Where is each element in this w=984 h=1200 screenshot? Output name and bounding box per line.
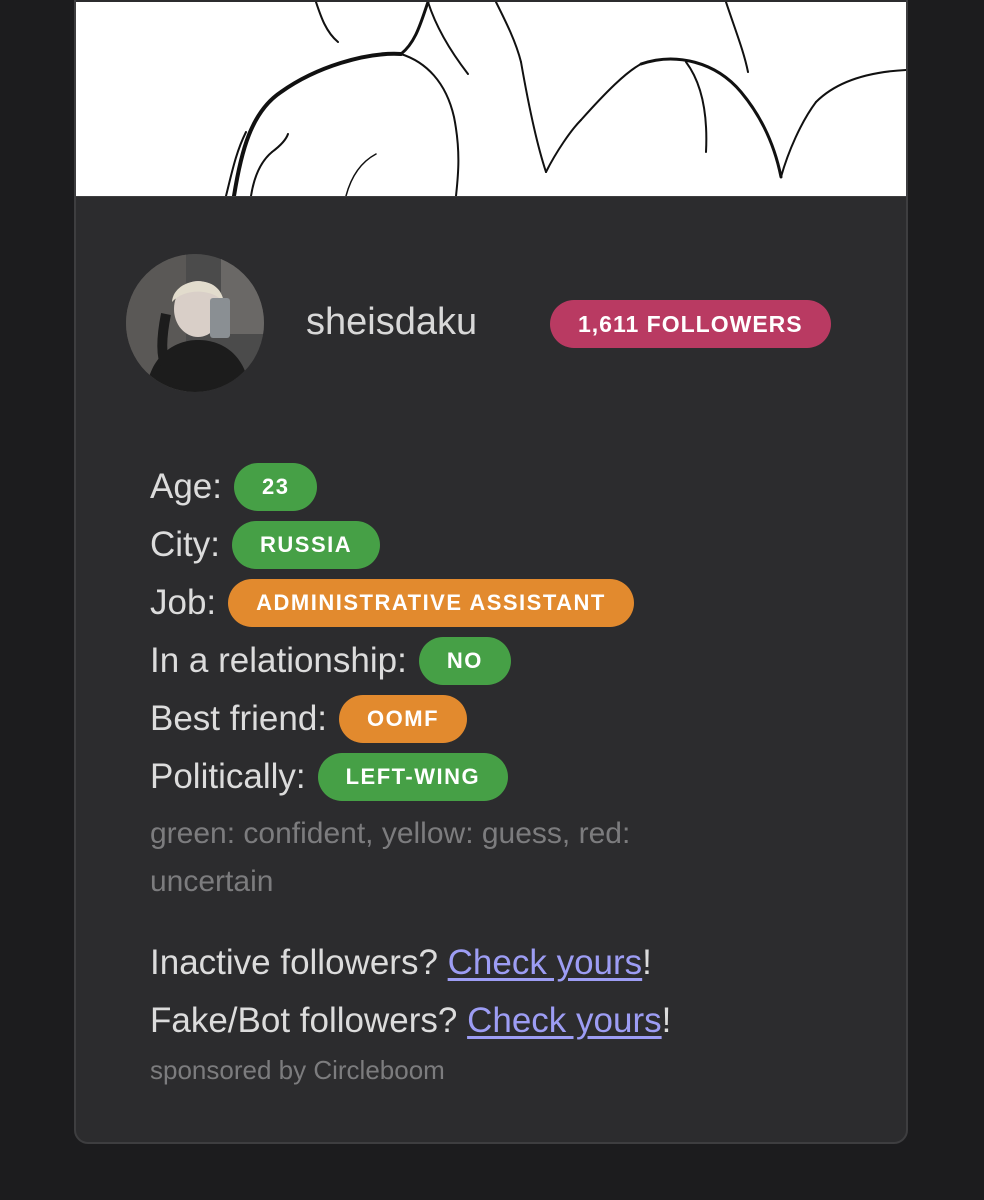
confidence-legend: green: confident, yellow: guess, red: un… — [150, 817, 631, 898]
header-sketch-image — [76, 2, 906, 197]
detail-row-job: Job: ADMINISTRATIVE ASSISTANT — [150, 574, 750, 632]
age-label: Age: — [150, 467, 222, 506]
city-value-pill: RUSSIA — [232, 521, 381, 569]
promo-section: Inactive followers? Check yours! Fake/Bo… — [150, 934, 750, 1090]
best-friend-value-pill: OOMF — [339, 695, 468, 743]
followers-count-badge: 1,611 FOLLOWERS — [550, 300, 831, 348]
detail-row-relationship: In a relationship: NO — [150, 632, 750, 690]
profile-card: sheisdaku 1,611 FOLLOWERS Age: 23 City: … — [74, 0, 908, 1144]
profile-header: sheisdaku 1,611 FOLLOWERS — [126, 254, 886, 394]
profile-details: Age: 23 City: RUSSIA Job: ADMINISTRATIVE… — [150, 458, 750, 1090]
fake-followers-line: Fake/Bot followers? Check yours! — [150, 992, 750, 1050]
politics-value-pill: LEFT-WING — [317, 753, 509, 801]
age-value-pill: 23 — [234, 463, 318, 511]
detail-row-age: Age: 23 — [150, 458, 750, 516]
detail-row-best-friend: Best friend: OOMF — [150, 690, 750, 748]
detail-row-politics: Politically: LEFT-WING — [150, 748, 750, 806]
relationship-label: In a relationship: — [150, 641, 407, 680]
best-friend-label: Best friend: — [150, 699, 328, 738]
inactive-followers-suffix: ! — [642, 943, 652, 982]
relationship-value-pill: NO — [418, 637, 511, 685]
inactive-followers-line: Inactive followers? Check yours! — [150, 934, 750, 992]
sponsor-text: sponsored by Circleboom — [150, 1055, 445, 1085]
politics-label: Politically: — [150, 757, 306, 796]
inactive-followers-text: Inactive followers? — [150, 943, 448, 982]
inactive-followers-check-link[interactable]: Check yours — [448, 943, 643, 982]
job-value-pill: ADMINISTRATIVE ASSISTANT — [228, 579, 634, 627]
city-label: City: — [150, 525, 220, 564]
avatar[interactable] — [126, 254, 264, 392]
username[interactable]: sheisdaku — [306, 300, 477, 344]
fake-followers-check-link[interactable]: Check yours — [467, 1001, 662, 1040]
fake-followers-suffix: ! — [661, 1001, 672, 1040]
detail-row-city: City: RUSSIA — [150, 516, 750, 574]
fake-followers-text: Fake/Bot followers? — [150, 1001, 468, 1040]
job-label: Job: — [150, 583, 217, 622]
